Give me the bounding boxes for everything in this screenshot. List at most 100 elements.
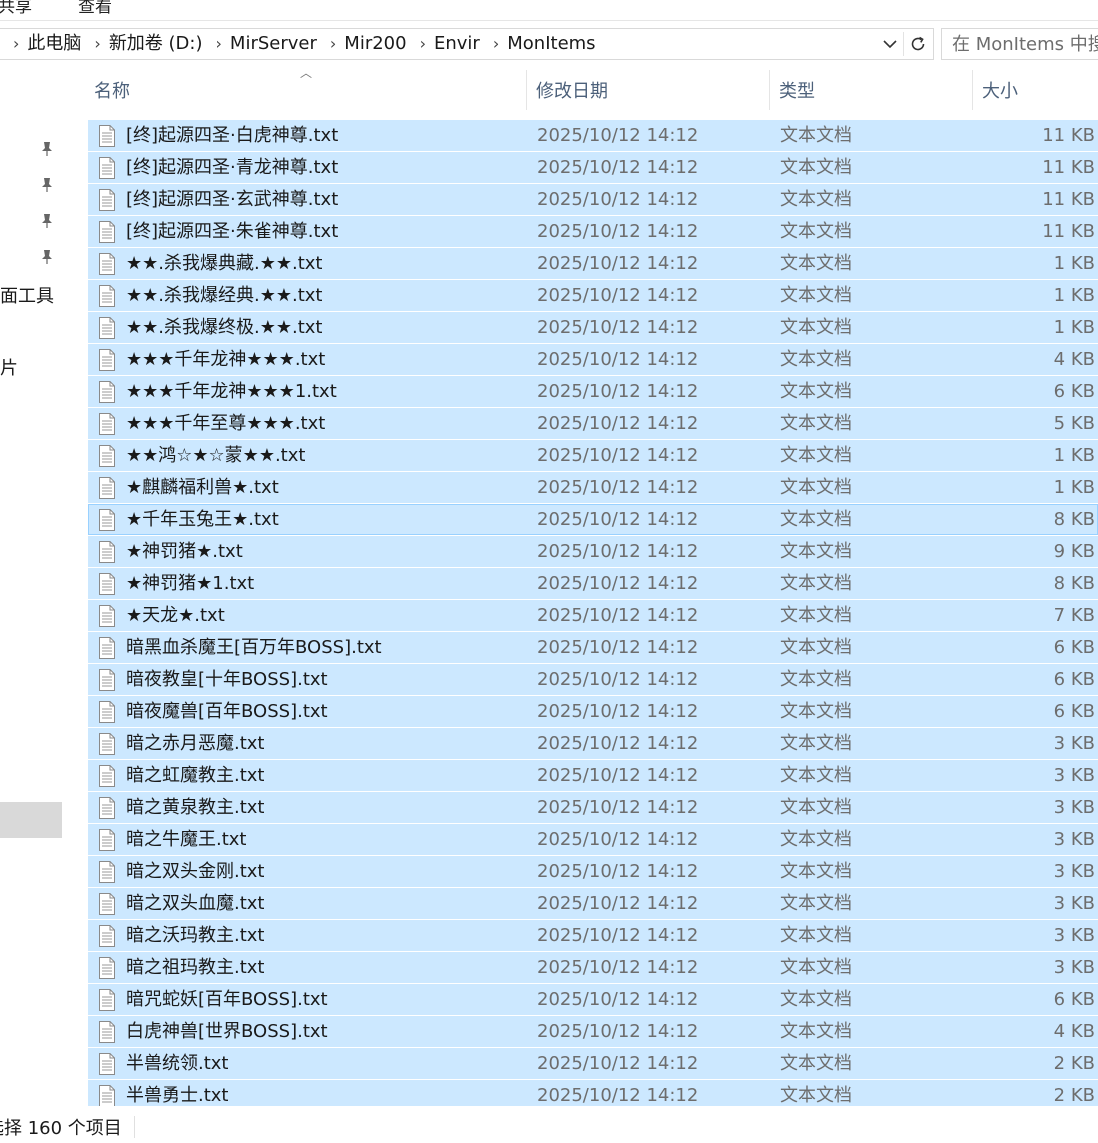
search-input[interactable]: [942, 29, 1098, 59]
file-type: 文本文档: [780, 349, 852, 370]
file-row[interactable]: 半兽勇士.txt 2025/10/12 14:12 文本文档 2 KB: [88, 1080, 1098, 1106]
file-row[interactable]: 暗之虹魔教主.txt 2025/10/12 14:12 文本文档 3 KB: [88, 760, 1098, 791]
file-row[interactable]: 暗之双头金刚.txt 2025/10/12 14:12 文本文档 3 KB: [88, 856, 1098, 887]
file-size: 2 KB: [1053, 1085, 1095, 1106]
file-type: 文本文档: [780, 1085, 852, 1106]
chevron-right-icon[interactable]: ›: [0, 29, 27, 59]
file-size: 6 KB: [1053, 669, 1095, 690]
refresh-button[interactable]: [904, 29, 932, 59]
file-name: [终]起源四圣·白虎神尊.txt: [126, 125, 339, 146]
file-size: 11 KB: [1042, 189, 1095, 210]
breadcrumb-item[interactable]: MonItems: [507, 29, 595, 59]
file-row[interactable]: ★★★千年龙神★★★.txt 2025/10/12 14:12 文本文档 4 KB: [88, 344, 1098, 375]
text-file-icon: [99, 253, 115, 275]
text-file-icon: [99, 861, 115, 883]
file-size: 3 KB: [1053, 797, 1095, 818]
file-size: 3 KB: [1053, 925, 1095, 946]
column-header-size[interactable]: 大小: [982, 70, 1018, 114]
file-row[interactable]: 白虎神兽[世界BOSS].txt 2025/10/12 14:12 文本文档 4 KB: [88, 1016, 1098, 1047]
file-row[interactable]: 暗之赤月恶魔.txt 2025/10/12 14:12 文本文档 3 KB: [88, 728, 1098, 759]
file-name: 半兽统领.txt: [126, 1053, 229, 1074]
file-date: 2025/10/12 14:12: [537, 733, 699, 754]
file-row[interactable]: 暗之沃玛教主.txt 2025/10/12 14:12 文本文档 3 KB: [88, 920, 1098, 951]
file-row[interactable]: 暗之祖玛教主.txt 2025/10/12 14:12 文本文档 3 KB: [88, 952, 1098, 983]
file-row[interactable]: [终]起源四圣·玄武神尊.txt 2025/10/12 14:12 文本文档 11 K…: [88, 184, 1098, 215]
file-row[interactable]: 暗之牛魔王.txt 2025/10/12 14:12 文本文档 3 KB: [88, 824, 1098, 855]
navigation-pane: 桌面工具 图片: [0, 62, 66, 1112]
file-row[interactable]: ★★★千年龙神★★★1.txt 2025/10/12 14:12 文本文档 6 KB: [88, 376, 1098, 407]
file-name: 暗黑血杀魔王[百万年BOSS].txt: [126, 637, 382, 658]
ribbon-tab-share[interactable]: 共享: [0, 0, 32, 17]
nav-item-desktop-tools[interactable]: 桌面工具: [0, 282, 54, 308]
text-file-icon: [99, 381, 115, 403]
file-row[interactable]: ★天龙★.txt 2025/10/12 14:12 文本文档 7 KB: [88, 600, 1098, 631]
file-name: 暗之沃玛教主.txt: [126, 925, 265, 946]
file-name: ★神罚猪★.txt: [126, 541, 243, 562]
file-row[interactable]: ★★★千年至尊★★★.txt 2025/10/12 14:12 文本文档 5 KB: [88, 408, 1098, 439]
file-row[interactable]: ★★.杀我爆典藏.★★.txt 2025/10/12 14:12 文本文档 1 KB: [88, 248, 1098, 279]
chevron-right-icon[interactable]: ›: [203, 29, 230, 59]
text-file-icon: [99, 765, 115, 787]
chevron-right-icon[interactable]: ›: [407, 29, 434, 59]
text-file-icon: [99, 1085, 115, 1106]
file-date: 2025/10/12 14:12: [537, 573, 699, 594]
file-row[interactable]: ★神罚猪★1.txt 2025/10/12 14:12 文本文档 8 KB: [88, 568, 1098, 599]
chevron-right-icon[interactable]: ›: [480, 29, 507, 59]
pin-icon[interactable]: [38, 140, 56, 158]
file-row[interactable]: 暗夜魔兽[百年BOSS].txt 2025/10/12 14:12 文本文档 6 KB: [88, 696, 1098, 727]
file-row[interactable]: 暗之黄泉教主.txt 2025/10/12 14:12 文本文档 3 KB: [88, 792, 1098, 823]
file-row[interactable]: [终]起源四圣·青龙神尊.txt 2025/10/12 14:12 文本文档 11 K…: [88, 152, 1098, 183]
file-date: 2025/10/12 14:12: [537, 1085, 699, 1106]
file-type: 文本文档: [780, 829, 852, 850]
file-row[interactable]: 暗夜教皇[十年BOSS].txt 2025/10/12 14:12 文本文档 6 KB: [88, 664, 1098, 695]
file-row[interactable]: ★麒麟福利兽★.txt 2025/10/12 14:12 文本文档 1 KB: [88, 472, 1098, 503]
file-type: 文本文档: [780, 317, 852, 338]
file-date: 2025/10/12 14:12: [537, 381, 699, 402]
address-bar[interactable]: › 此电脑 › 新加卷 (D:) › MirServer › Mir200 › …: [0, 28, 934, 60]
file-date: 2025/10/12 14:12: [537, 445, 699, 466]
breadcrumb-item[interactable]: 此电脑: [27, 29, 81, 59]
file-row[interactable]: 暗黑血杀魔王[百万年BOSS].txt 2025/10/12 14:12 文本文档 6…: [88, 632, 1098, 663]
breadcrumb-item[interactable]: Mir200: [344, 29, 406, 59]
file-row[interactable]: [终]起源四圣·朱雀神尊.txt 2025/10/12 14:12 文本文档 11 K…: [88, 216, 1098, 247]
address-history-button[interactable]: [878, 29, 902, 59]
column-header-row: ︿ 名称 修改日期 类型 大小: [88, 66, 1098, 114]
file-row[interactable]: ★★鸿☆★☆蒙★★.txt 2025/10/12 14:12 文本文档 1 KB: [88, 440, 1098, 471]
file-row[interactable]: ★神罚猪★.txt 2025/10/12 14:12 文本文档 9 KB: [88, 536, 1098, 567]
chevron-right-icon[interactable]: ›: [317, 29, 344, 59]
column-divider[interactable]: [972, 70, 973, 110]
file-type: 文本文档: [780, 189, 852, 210]
nav-item-selected[interactable]: [0, 802, 62, 838]
pin-icon[interactable]: [38, 212, 56, 230]
ribbon-tab-view[interactable]: 查看: [78, 0, 112, 17]
breadcrumb-item[interactable]: 新加卷 (D:): [109, 29, 203, 59]
file-row[interactable]: 半兽统领.txt 2025/10/12 14:12 文本文档 2 KB: [88, 1048, 1098, 1079]
ribbon-divider: [0, 20, 1098, 21]
file-row[interactable]: ★★.杀我爆终极.★★.txt 2025/10/12 14:12 文本文档 1 KB: [88, 312, 1098, 343]
column-header-type[interactable]: 类型: [779, 70, 815, 114]
file-row[interactable]: ★千年玉兔王★.txt 2025/10/12 14:12 文本文档 8 KB: [88, 504, 1098, 535]
file-row[interactable]: 暗之双头血魔.txt 2025/10/12 14:12 文本文档 3 KB: [88, 888, 1098, 919]
chevron-right-icon[interactable]: ›: [81, 29, 108, 59]
column-header-date[interactable]: 修改日期: [536, 70, 608, 114]
file-date: 2025/10/12 14:12: [537, 605, 699, 626]
sort-up-icon: ︿: [300, 66, 313, 80]
pin-icon[interactable]: [38, 176, 56, 194]
text-file-icon: [99, 797, 115, 819]
file-row[interactable]: ★★.杀我爆经典.★★.txt 2025/10/12 14:12 文本文档 1 KB: [88, 280, 1098, 311]
file-type: 文本文档: [780, 925, 852, 946]
column-divider[interactable]: [526, 70, 527, 110]
file-size: 1 KB: [1053, 253, 1095, 274]
file-name: 暗夜教皇[十年BOSS].txt: [126, 669, 328, 690]
file-row[interactable]: [终]起源四圣·白虎神尊.txt 2025/10/12 14:12 文本文档 11 K…: [88, 120, 1098, 151]
breadcrumb-item[interactable]: Envir: [434, 29, 480, 59]
column-header-name[interactable]: 名称: [94, 70, 130, 114]
column-divider[interactable]: [769, 70, 770, 110]
pin-icon[interactable]: [38, 248, 56, 266]
file-row[interactable]: 暗咒蛇妖[百年BOSS].txt 2025/10/12 14:12 文本文档 6 KB: [88, 984, 1098, 1015]
file-name: 暗之牛魔王.txt: [126, 829, 247, 850]
search-box[interactable]: [941, 28, 1098, 60]
breadcrumb-item[interactable]: MirServer: [230, 29, 317, 59]
nav-item-pictures[interactable]: 图片: [0, 354, 18, 380]
file-list[interactable]: [终]起源四圣·白虎神尊.txt 2025/10/12 14:12 文本文档 11 K…: [88, 120, 1098, 1106]
